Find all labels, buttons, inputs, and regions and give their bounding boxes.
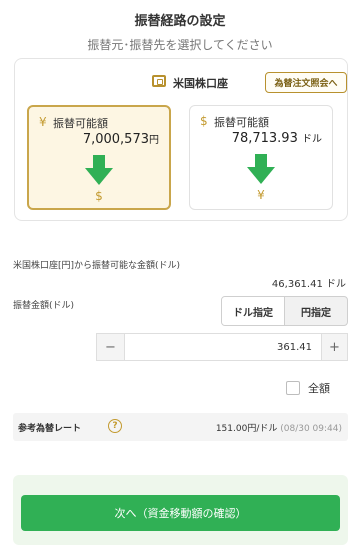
dollar-mode-button[interactable]: ドル指定 <box>222 297 285 325</box>
account-name: 米国株口座 <box>173 77 228 90</box>
next-button[interactable]: 次へ（資金移動額の確認） <box>21 495 340 531</box>
rate-number: 151.00 <box>215 424 248 434</box>
arrow-down-icon <box>85 155 113 185</box>
card-amount: 7,000,573円 <box>83 131 159 147</box>
help-icon[interactable]: ? <box>108 419 122 433</box>
source-card-yen[interactable]: ¥ 振替可能額 7,000,573円 $ <box>27 105 171 210</box>
amount-stepper: − + <box>96 333 348 361</box>
rate-unit: 円/ドル <box>247 424 278 434</box>
dollar-icon: $ <box>95 189 103 203</box>
transfer-amount-label: 振替金額(ドル) <box>13 301 75 311</box>
route-panel: 米国株口座 為替注文照会へ ¥ 振替可能額 7,000,573円 $ $ 振替可… <box>14 58 348 221</box>
all-amount-checkbox[interactable] <box>286 381 300 395</box>
card-amount-value: 78,713.93 <box>231 131 298 146</box>
section-title: 振替経路の設定 <box>134 14 226 29</box>
card-amount-unit: 円 <box>149 135 159 146</box>
wallet-icon <box>152 75 166 87</box>
available-amount-value: 46,361.41 ドル <box>271 279 346 290</box>
reference-rate-label: 参考為替レート <box>18 424 82 434</box>
card-amount: 78,713.93 ドル <box>232 130 322 146</box>
all-amount-label: 全額 <box>308 382 330 395</box>
yen-icon: ¥ <box>257 188 265 202</box>
decrement-button[interactable]: − <box>97 334 125 360</box>
section-subtitle: 振替元･振替先を選択してください <box>87 38 273 52</box>
rate-timestamp: (08/30 09:44) <box>280 424 342 434</box>
arrow-down-icon <box>247 154 275 184</box>
amount-input[interactable] <box>126 334 320 360</box>
card-label: 振替可能額 <box>214 116 269 129</box>
card-amount-unit: ドル <box>302 134 322 145</box>
footer: 次へ（資金移動額の確認） <box>13 475 348 545</box>
dollar-icon: $ <box>200 114 208 128</box>
fx-order-inquiry-button[interactable]: 為替注文照会へ <box>265 72 347 93</box>
reference-rate-bar: 参考為替レート ? 151.00円/ドル (08/30 09:44) <box>13 413 348 441</box>
currency-mode-toggle: ドル指定 円指定 <box>221 296 348 326</box>
card-amount-value: 7,000,573 <box>82 132 149 147</box>
yen-icon: ¥ <box>39 115 47 129</box>
card-label: 振替可能額 <box>53 117 108 130</box>
increment-button[interactable]: + <box>321 334 347 360</box>
all-amount-row[interactable]: 全額 <box>286 379 330 397</box>
yen-mode-button[interactable]: 円指定 <box>285 297 347 325</box>
available-amount-label: 米国株口座[円]から振替可能な金額(ドル) <box>13 261 181 271</box>
account-row: 米国株口座 為替注文照会へ <box>15 69 347 95</box>
reference-rate-value: 151.00円/ドル (08/30 09:44) <box>216 421 342 434</box>
source-card-dollar[interactable]: $ 振替可能額 78,713.93 ドル ¥ <box>189 105 333 210</box>
